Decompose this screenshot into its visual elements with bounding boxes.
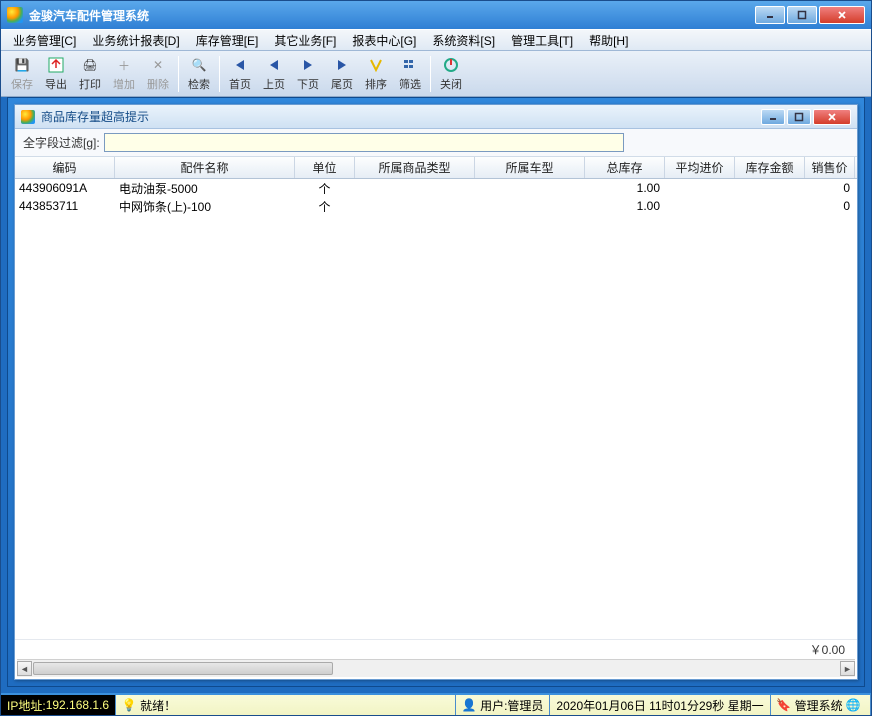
- filter-label: 全字段过滤[g]:: [23, 134, 100, 151]
- print-icon: 🖨: [80, 55, 100, 75]
- menu-other[interactable]: 其它业务[F]: [266, 30, 344, 51]
- first-page-button[interactable]: 首页: [223, 54, 257, 94]
- export-icon: [46, 55, 66, 75]
- cell-code: 443906091A: [15, 181, 115, 195]
- next-icon: [298, 55, 318, 75]
- globe-icon: 🌐: [846, 698, 860, 712]
- menu-tools[interactable]: 管理工具[T]: [503, 30, 581, 51]
- first-icon: [230, 55, 250, 75]
- inner-maximize-button[interactable]: [787, 109, 811, 125]
- col-amount[interactable]: 库存金额: [735, 157, 805, 178]
- system-icon: 🔖: [777, 698, 791, 712]
- window-title: 金骏汽车配件管理系统: [29, 7, 753, 24]
- minimize-button[interactable]: [755, 6, 785, 24]
- total-amount: ￥0.00: [810, 641, 845, 658]
- print-button[interactable]: 🖨打印: [73, 54, 107, 94]
- search-button[interactable]: 🔍检索: [182, 54, 216, 94]
- status-system[interactable]: 🔖管理系统 🌐: [771, 695, 871, 715]
- cell-unit: 个: [295, 180, 355, 197]
- save-icon: 💾: [12, 55, 32, 75]
- status-bar: IP地址: 192.168.1.6 💡就绪！ 👤用户:管理员 2020年01月0…: [1, 693, 871, 715]
- search-icon: 🔍: [189, 55, 209, 75]
- app-icon: [7, 7, 23, 23]
- col-code[interactable]: 编码: [15, 157, 115, 178]
- horizontal-scrollbar[interactable]: ◄ ►: [17, 659, 855, 677]
- menu-sysdata[interactable]: 系统资料[S]: [424, 30, 503, 51]
- cell-code: 443853711: [15, 199, 115, 213]
- menu-business[interactable]: 业务管理[C]: [5, 30, 84, 51]
- cell-unit: 个: [295, 198, 355, 215]
- col-stock[interactable]: 总库存: [585, 157, 665, 178]
- inner-close-button[interactable]: [813, 109, 851, 125]
- status-ready: 💡就绪！: [116, 695, 456, 715]
- data-grid: 编码 配件名称 单位 所属商品类型 所属车型 总库存 平均进价 库存金额 销售价…: [15, 157, 857, 679]
- col-model[interactable]: 所属车型: [475, 157, 585, 178]
- scroll-thumb[interactable]: [33, 662, 333, 675]
- grid-body[interactable]: 443906091A电动油泵-5000个1.000443853711中网饰条(上…: [15, 179, 857, 639]
- grid-header: 编码 配件名称 单位 所属商品类型 所属车型 总库存 平均进价 库存金额 销售价: [15, 157, 857, 179]
- export-button[interactable]: 导出: [39, 54, 73, 94]
- status-datetime: 2020年01月06日 11时01分29秒 星期一: [550, 695, 770, 715]
- col-category[interactable]: 所属商品类型: [355, 157, 475, 178]
- titlebar[interactable]: 金骏汽车配件管理系统: [1, 1, 871, 29]
- col-price[interactable]: 销售价: [805, 157, 855, 178]
- status-ip: IP地址: 192.168.1.6: [1, 695, 116, 715]
- user-icon: 👤: [462, 698, 476, 712]
- cell-stock: 1.00: [585, 181, 665, 195]
- inner-titlebar[interactable]: 商品库存量超高提示: [15, 105, 857, 129]
- col-name[interactable]: 配件名称: [115, 157, 295, 178]
- cell-name: 电动油泵-5000: [115, 180, 295, 197]
- col-unit[interactable]: 单位: [295, 157, 355, 178]
- inner-title: 商品库存量超高提示: [41, 108, 759, 125]
- close-button[interactable]: [819, 6, 865, 24]
- last-icon: [332, 55, 352, 75]
- toolbar-separator: [430, 56, 431, 92]
- scroll-left-button[interactable]: ◄: [17, 661, 32, 676]
- table-row[interactable]: 443853711中网饰条(上)-100个 1.00 0: [15, 197, 857, 215]
- inner-window: 商品库存量超高提示 全字段过滤[g]: 编码 配件名称 单位 所属商品类型 所属…: [14, 104, 858, 680]
- power-icon: [441, 55, 461, 75]
- toolbar-separator: [178, 56, 179, 92]
- filter-input[interactable]: [104, 133, 624, 152]
- cell-price: 0: [805, 199, 855, 213]
- menu-inventory[interactable]: 库存管理[E]: [188, 30, 267, 51]
- col-avg[interactable]: 平均进价: [665, 157, 735, 178]
- cell-price: 0: [805, 181, 855, 195]
- save-button[interactable]: 💾保存: [5, 54, 39, 94]
- cell-name: 中网饰条(上)-100: [115, 198, 295, 215]
- scroll-right-button[interactable]: ►: [840, 661, 855, 676]
- prev-page-button[interactable]: 上页: [257, 54, 291, 94]
- table-row[interactable]: 443906091A电动油泵-5000个 1.00 0: [15, 179, 857, 197]
- inner-minimize-button[interactable]: [761, 109, 785, 125]
- menu-report-center[interactable]: 报表中心[G]: [344, 30, 424, 51]
- cell-stock: 1.00: [585, 199, 665, 213]
- ready-icon: 💡: [122, 698, 136, 712]
- toolbar: 💾保存 导出 🖨打印 ＋增加 ✕删除 🔍检索 首页 上页 下页 尾页 排序 筛选…: [1, 51, 871, 97]
- prev-icon: [264, 55, 284, 75]
- toolbar-separator: [219, 56, 220, 92]
- next-page-button[interactable]: 下页: [291, 54, 325, 94]
- close-tool-button[interactable]: 关闭: [434, 54, 468, 94]
- maximize-button[interactable]: [787, 6, 817, 24]
- filter-icon: [400, 55, 420, 75]
- inner-app-icon: [21, 110, 35, 124]
- status-user: 👤用户:管理员: [456, 695, 550, 715]
- delete-icon: ✕: [148, 55, 168, 75]
- menu-reports[interactable]: 业务统计报表[D]: [84, 30, 187, 51]
- last-page-button[interactable]: 尾页: [325, 54, 359, 94]
- filter-button[interactable]: 筛选: [393, 54, 427, 94]
- menu-help[interactable]: 帮助[H]: [581, 30, 636, 51]
- filter-row: 全字段过滤[g]:: [15, 129, 857, 157]
- add-icon: ＋: [114, 55, 134, 75]
- sort-button[interactable]: 排序: [359, 54, 393, 94]
- mdi-client: 商品库存量超高提示 全字段过滤[g]: 编码 配件名称 单位 所属商品类型 所属…: [7, 97, 865, 687]
- grid-footer: ￥0.00: [15, 639, 857, 659]
- main-window: 金骏汽车配件管理系统 业务管理[C] 业务统计报表[D] 库存管理[E] 其它业…: [0, 0, 872, 716]
- menu-bar: 业务管理[C] 业务统计报表[D] 库存管理[E] 其它业务[F] 报表中心[G…: [1, 29, 871, 51]
- add-button[interactable]: ＋增加: [107, 54, 141, 94]
- delete-button[interactable]: ✕删除: [141, 54, 175, 94]
- sort-icon: [366, 55, 386, 75]
